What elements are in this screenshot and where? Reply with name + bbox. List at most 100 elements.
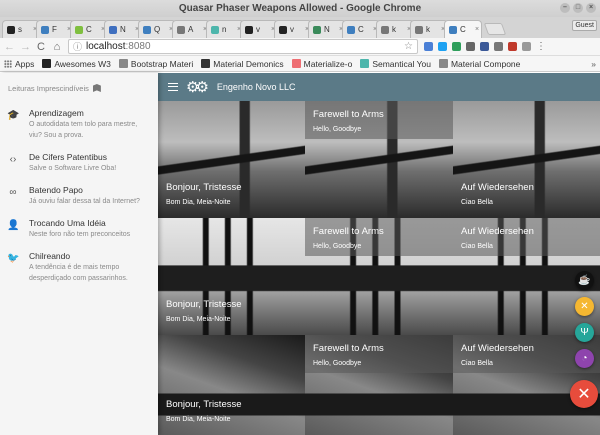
address-port: :8080 (125, 41, 151, 52)
browser-tab[interactable]: s× (2, 20, 40, 38)
browser-tab[interactable]: N× (308, 20, 346, 38)
reload-icon[interactable]: C (36, 41, 46, 53)
card-title: Bonjour, Tristesse (166, 182, 242, 193)
browser-tab[interactable]: Q× (138, 20, 176, 38)
pizza-fab-button[interactable]: ◔ (575, 349, 594, 368)
card-caption: Auf Wiedersehen Ciao Bella (461, 181, 534, 208)
card-subtitle: Bom Dia, Meia-Noite (166, 199, 231, 206)
extension-icon[interactable] (466, 42, 475, 51)
drawer-item[interactable]: 🎓 Aprendizagem O autodidata tem tolo para … (0, 103, 158, 147)
infinity-icon: ∞ (9, 187, 17, 198)
extension-icon[interactable] (494, 42, 503, 51)
fork-knife-fab-button[interactable]: ✕ (575, 297, 594, 316)
maximize-icon[interactable]: □ (573, 3, 583, 13)
address-host: localhost (86, 41, 126, 52)
browser-tab[interactable]: A× (172, 20, 210, 38)
coffee-fab-button[interactable]: ☕ (575, 271, 594, 290)
browser-tab[interactable]: C× (444, 20, 482, 38)
bookmark-label: Semantical You (372, 58, 431, 69)
tab-favicon-icon (109, 25, 117, 34)
card-subtitle: Hello, Goodbye (313, 243, 362, 250)
tab-title: C (86, 25, 92, 34)
card-title: Farewell to Arms (313, 109, 384, 120)
browser-tab[interactable]: F× (36, 20, 74, 38)
bookmark-item[interactable]: Material Compone (438, 59, 520, 69)
browser-tab[interactable]: N× (104, 20, 142, 38)
page-icon (438, 59, 448, 68)
image-card[interactable]: Farewell to Arms Hello, Goodbye (305, 101, 453, 218)
forward-icon[interactable]: → (20, 41, 31, 53)
close-fab-button[interactable]: ✕ (570, 380, 598, 408)
extension-icon[interactable] (522, 42, 531, 51)
tab-title: A (188, 25, 194, 34)
extensions: ⋮ (424, 41, 546, 52)
browser-tab[interactable]: C× (70, 20, 108, 38)
guest-profile-button[interactable]: Guest (572, 20, 597, 31)
tab-strip: s×F×C×N×Q×A×n×v×v×N×C×k×k×C× (0, 17, 600, 38)
browser-tab[interactable]: k× (410, 20, 448, 38)
card-title: Farewell to Arms (313, 343, 384, 354)
tab-favicon-icon (41, 25, 49, 34)
bookmark-item[interactable]: Materialize-o (291, 59, 352, 69)
github-icon (42, 59, 52, 68)
extension-icon[interactable] (452, 42, 461, 51)
browser-tab[interactable]: C× (342, 20, 380, 38)
image-card[interactable]: Farewell to Arms Hello, Goodbye (305, 218, 453, 335)
browser-tab[interactable]: v× (274, 20, 312, 38)
bookmark-item[interactable]: Semantical You (360, 59, 431, 69)
drawer-item-subtitle: O autodidata tem tolo para mestre, viu? … (29, 121, 138, 139)
extension-icon[interactable] (424, 42, 433, 51)
bookmarks-overflow-button[interactable]: » (591, 59, 596, 69)
info-icon[interactable]: ⓘ (73, 40, 82, 53)
tab-title: N (324, 25, 330, 34)
tab-favicon-icon (279, 25, 287, 34)
tab-close-icon[interactable]: × (475, 26, 479, 33)
image-card[interactable]: Auf Wiedersehen Ciao Bella (453, 101, 600, 218)
browser-tab[interactable]: k× (376, 20, 414, 38)
card-title: Auf Wiedersehen (461, 226, 534, 237)
extension-icon[interactable] (480, 42, 489, 51)
image-card[interactable]: Bonjour, Tristesse Bom Dia, Meia-Noite (158, 335, 305, 435)
address-bar[interactable]: ⓘ localhost:8080 ☆ (68, 39, 418, 54)
minimize-icon[interactable]: – (560, 3, 570, 13)
drawer-header: Leituras Imprescindíveis (0, 73, 158, 103)
tab-title: C (460, 25, 466, 34)
drawer-item-text: De Cifers Patentibus Salve o Software Liv… (29, 151, 151, 174)
tab-title: C (358, 25, 364, 34)
back-icon[interactable]: ← (4, 41, 15, 53)
bookmark-item[interactable]: Awesomes W3 (42, 59, 111, 69)
drawer-item[interactable]: ∞ Batendo Papo Já ouviu falar dessa tal da… (0, 180, 158, 213)
tab-favicon-icon (211, 25, 219, 34)
record-voice-icon: 👤 (7, 220, 20, 231)
browser-tab[interactable]: v× (240, 20, 278, 38)
fork-knife-icon: ✕ (580, 301, 589, 312)
extension-icon[interactable] (508, 42, 517, 51)
bookmark-star-icon[interactable]: ☆ (404, 41, 413, 52)
tab-favicon-icon (381, 25, 389, 34)
restaurant-fab-button[interactable]: Ψ (575, 323, 594, 342)
close-window-icon[interactable]: × (586, 3, 596, 13)
card-caption: Bonjour, Tristesse Bom Dia, Meia-Noite (166, 298, 242, 325)
code-icon: ‹› (9, 154, 17, 165)
chrome-menu-icon[interactable]: ⋮ (536, 41, 546, 52)
bookmark-item[interactable]: Bootstrap Materi (118, 59, 193, 69)
tab-favicon-icon (449, 25, 457, 34)
browser-tab[interactable]: n× (206, 20, 244, 38)
home-icon[interactable]: ⌂ (52, 41, 62, 53)
window-title: Quasar Phaser Weapons Allowed - Google C… (178, 3, 422, 14)
image-card[interactable]: Bonjour, Tristesse Bom Dia, Meia-Noite (158, 218, 305, 335)
extension-icon[interactable] (438, 42, 447, 51)
image-card[interactable]: Farewell to Arms Hello, Goodbye (305, 335, 453, 435)
drawer-item[interactable]: 🐦 Chilreando A tendência é de mais tempo d… (0, 246, 158, 290)
image-card[interactable]: Bonjour, Tristesse Bom Dia, Meia-Noite (158, 101, 305, 218)
new-tab-button[interactable] (483, 23, 507, 35)
drawer-item-text: Aprendizagem O autodidata tem tolo para m… (29, 107, 151, 141)
drawer-item-subtitle: Já ouviu falar dessa tal da Internet? (29, 198, 140, 205)
drawer-item-text: Batendo Papo Já ouviu falar dessa tal da … (29, 184, 151, 207)
drawer-item[interactable]: 👤 Trocando Uma Idéia Neste foro não tem pr… (0, 213, 158, 246)
menu-icon[interactable] (168, 83, 178, 91)
book-icon (92, 84, 101, 92)
bookmark-item[interactable]: Apps (4, 59, 34, 69)
drawer-item[interactable]: ‹› De Cifers Patentibus Salve o Software L… (0, 147, 158, 180)
bookmark-item[interactable]: Material Demonics (201, 59, 284, 69)
